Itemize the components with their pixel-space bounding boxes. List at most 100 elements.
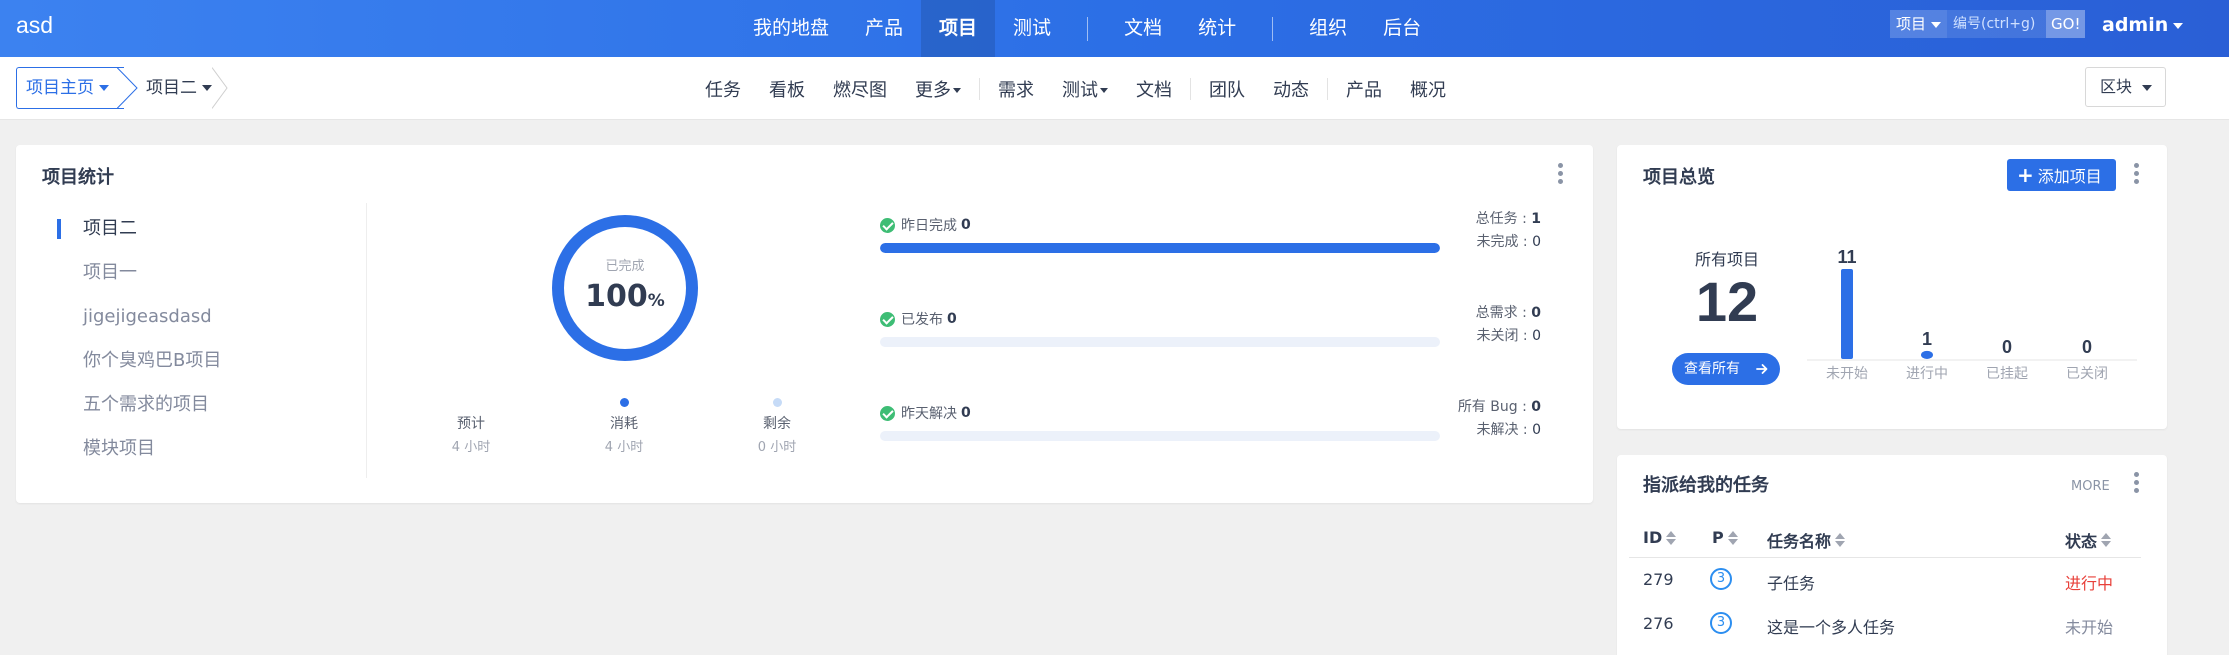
project-list-item[interactable]: 项目一 [46,257,346,301]
progress-label: 已发布 [901,312,943,328]
subnav-story[interactable]: 需求 [984,76,1048,102]
subnav-divider [1190,77,1191,100]
chart-category-label: 已挂起 [1986,366,2028,382]
card-title: 指派给我的任务 [1643,475,1769,496]
more-options-icon[interactable] [1558,163,1564,187]
progress-label: 昨日完成 [901,218,957,234]
hours-label: 剩余 [763,416,791,432]
stat-value: 1 [1531,211,1541,227]
subnav-doc[interactable]: 文档 [1122,76,1186,102]
subnav-product[interactable]: 产品 [1332,76,1396,102]
progress-bar [880,431,1440,441]
search-type-select[interactable]: 项目 [1890,10,1948,38]
sub-navbar: 项目主页 项目二 任务 看板 燃尽图 更多 需求 测试 文档 团队 动态 产品 … [0,57,2229,120]
task-name-link[interactable]: 这是一个多人任务 [1767,614,1895,638]
column-header-id[interactable]: ID [1643,528,1677,547]
nav-my-dashboard[interactable]: 我的地盘 [735,0,847,57]
task-status: 进行中 [2065,574,2114,593]
progress-row-stories: 已发布 0 [880,309,1455,347]
brand-name[interactable]: asd [16,12,53,39]
nav-stats[interactable]: 统计 [1180,0,1254,57]
subnav-more-label: 更多 [915,79,951,101]
progress-bar [880,243,1440,253]
subnav-task[interactable]: 任务 [691,76,755,102]
nav-project[interactable]: 项目 [921,0,996,57]
column-header-name[interactable]: 任务名称 [1767,528,1846,552]
subnav-test-label: 测试 [1062,79,1098,101]
task-name-link[interactable]: 子任务 [1767,570,1815,594]
more-options-icon[interactable] [2134,472,2140,496]
column-label: 状态 [2065,532,2098,551]
block-dropdown-button[interactable]: 区块 [2085,67,2166,107]
progress-count: 0 [947,311,957,327]
chevron-down-icon [99,85,109,91]
subnav-divider [979,77,980,100]
hours-left: 剩余 0 小时 [717,398,837,455]
column-label: P [1712,528,1724,547]
hours-label: 预计 [457,416,485,432]
check-circle-icon [880,405,895,421]
project-list-item[interactable]: 模块项目 [46,433,346,477]
more-link[interactable]: MORE [2071,479,2110,494]
nav-product[interactable]: 产品 [847,0,921,57]
subnav-burndown[interactable]: 燃尽图 [819,76,901,102]
sort-icon [1727,530,1738,546]
project-list-item[interactable]: 你个臭鸡巴B项目 [46,345,346,389]
project-list-item[interactable]: jigejigeasdasd [46,301,346,345]
stat-value: 0 [1531,399,1541,415]
subnav-test[interactable]: 测试 [1048,76,1122,102]
sort-icon [1666,530,1677,546]
subnav-dynamic[interactable]: 动态 [1259,76,1323,102]
view-all-button[interactable]: 查看所有 [1672,353,1780,385]
column-header-status[interactable]: 状态 [2065,528,2112,552]
hours-label: 消耗 [610,416,638,432]
user-menu[interactable]: admin [2102,14,2184,36]
nav-doc[interactable]: 文档 [1106,0,1180,57]
nav-org[interactable]: 组织 [1291,0,1365,57]
hours-estimate: 预计 4 小时 [411,398,531,455]
table-row[interactable]: 279 3 子任务 进行中 [1617,558,2157,602]
chevron-down-icon [202,85,212,91]
chart-bar [1841,269,1853,359]
subnav-more[interactable]: 更多 [901,76,975,102]
stat-value: 0 [1532,422,1541,438]
hours-value: 0 小时 [757,440,797,455]
more-options-icon[interactable] [2134,163,2140,187]
card-title: 项目总览 [1643,167,1715,188]
add-project-button[interactable]: + 添加项目 [2007,159,2116,191]
nav-divider [1272,16,1274,41]
bug-stats: 所有 Bug : 0 未解决 : 0 [1426,396,1541,442]
project-list-item[interactable]: 项目二 [46,213,346,257]
legend-dot [772,398,782,407]
priority-badge: 3 [1710,612,1732,634]
table-row[interactable]: 276 3 这是一个多人任务 未开始 [1617,602,2157,646]
completion-number: 100 [585,279,648,314]
nav-admin[interactable]: 后台 [1365,0,1439,57]
search-go-button[interactable]: GO! [2046,10,2086,38]
search-input[interactable]: 编号(ctrl+g) [1947,10,2047,38]
subnav-kanban[interactable]: 看板 [755,76,819,102]
nav-test[interactable]: 测试 [995,0,1069,57]
stat-label: 未关闭 : [1476,328,1533,344]
breadcrumb-current-label: 项目二 [146,78,197,98]
progress-fill [880,243,1440,253]
add-project-label: 添加项目 [2037,167,2102,186]
chevron-down-icon [2173,22,2184,29]
project-subnav: 任务 看板 燃尽图 更多 需求 测试 文档 团队 动态 产品 概况 [691,57,1460,120]
completion-unit: % [647,291,665,311]
column-label: ID [1643,528,1663,547]
top-navbar: asd 我的地盘 产品 项目 测试 文档 统计 组织 后台 项目 编号(ctrl… [0,0,2229,57]
divider [366,203,367,478]
subnav-team[interactable]: 团队 [1195,76,1259,102]
progress-count: 0 [961,217,971,233]
column-header-priority[interactable]: P [1712,528,1738,547]
task-id: 276 [1643,614,1674,633]
chart-bar [1921,350,1933,359]
breadcrumb-current-project[interactable]: 项目二 [132,67,220,109]
progress-row-tasks: 昨日完成 0 [880,215,1455,253]
plus-icon: + [2017,163,2034,187]
breadcrumb-project-home[interactable]: 项目主页 [16,67,124,109]
project-list-item[interactable]: 五个需求的项目 [46,389,346,433]
progress-bar [880,337,1440,347]
subnav-overview[interactable]: 概况 [1396,76,1460,102]
